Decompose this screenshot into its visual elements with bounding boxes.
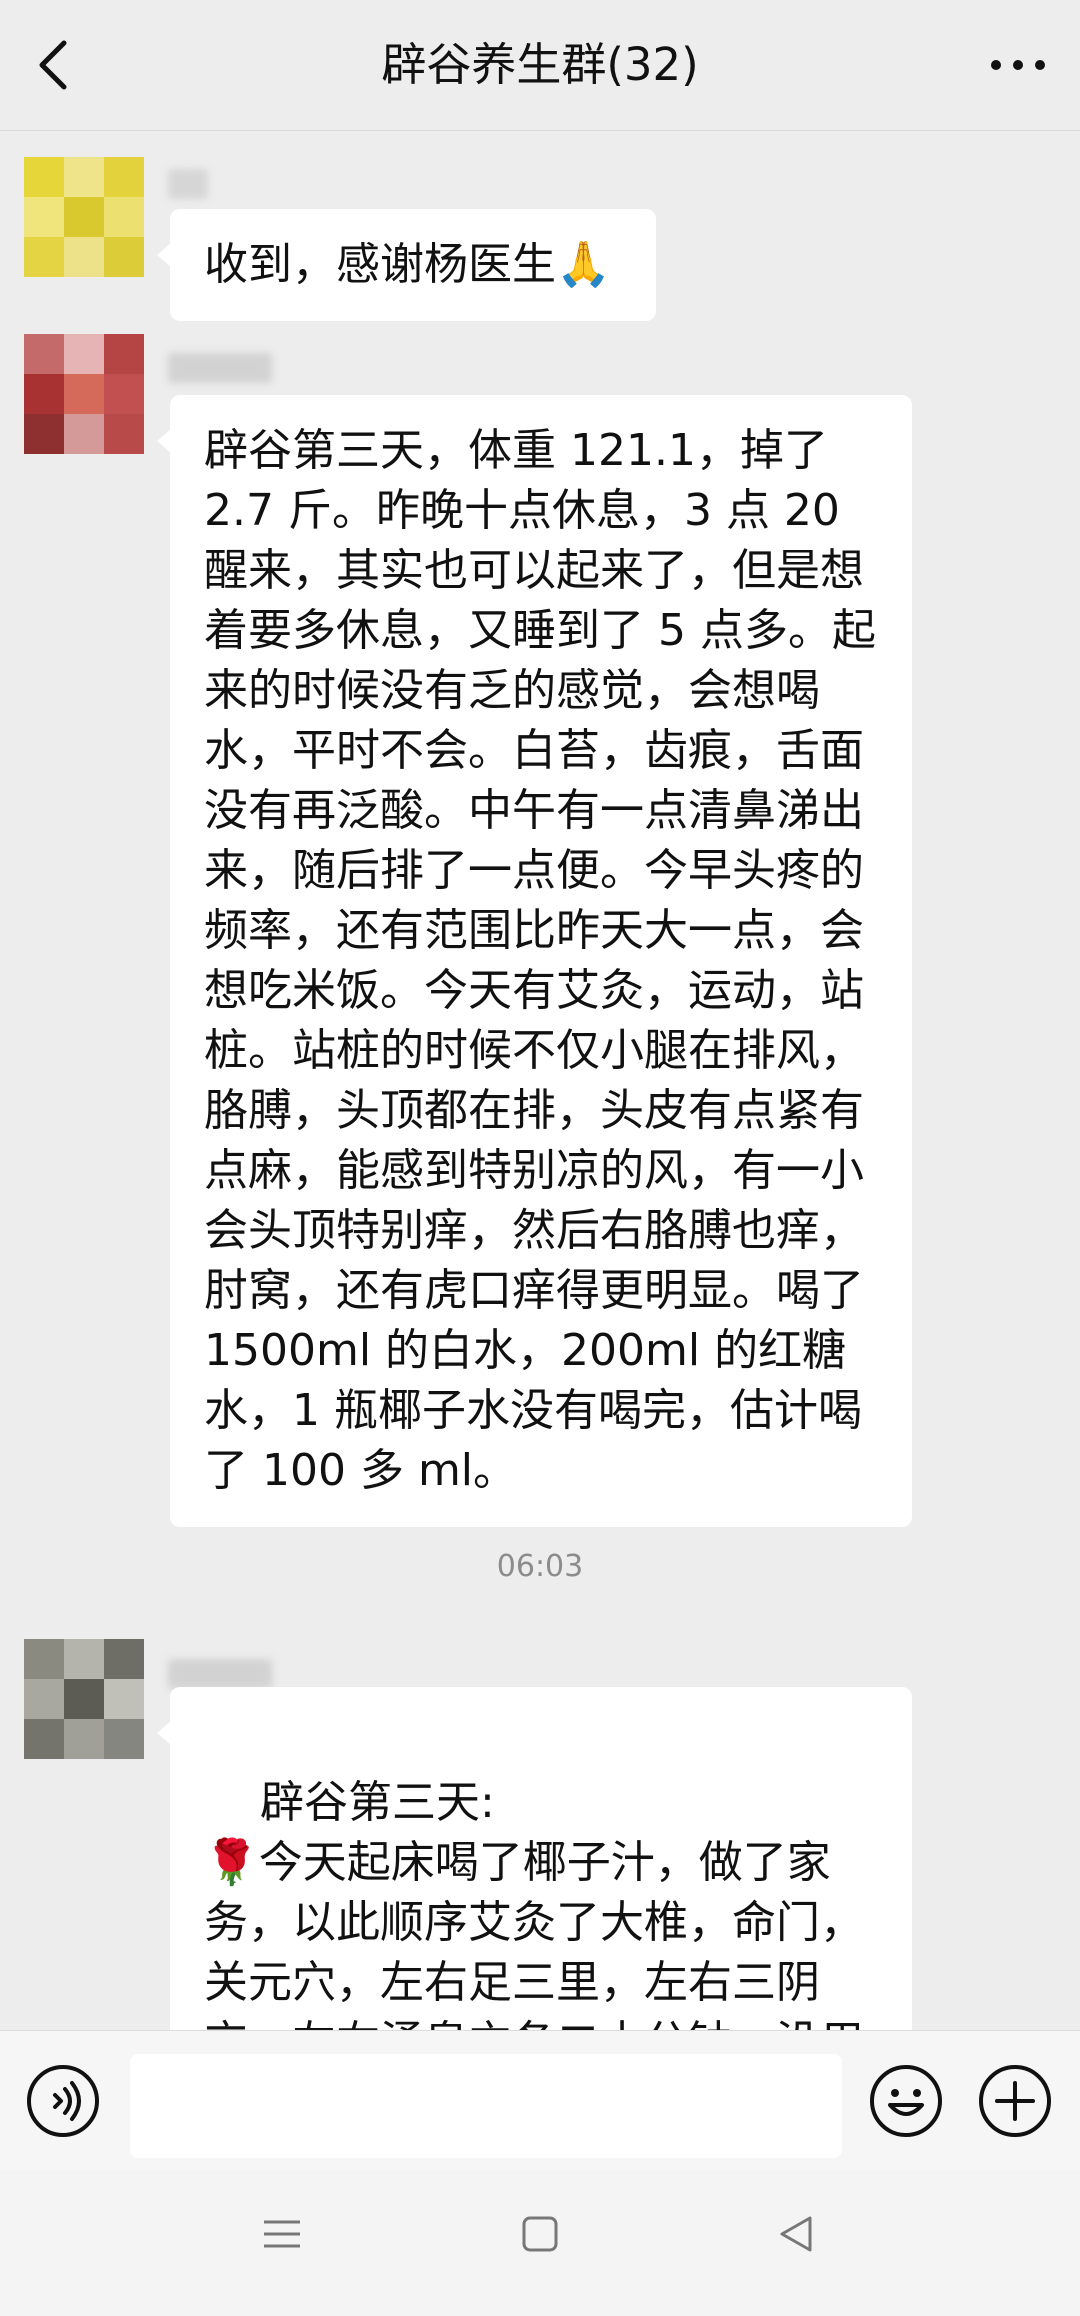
avatar[interactable] — [24, 334, 144, 454]
home-icon[interactable] — [520, 2214, 560, 2254]
message-bubble[interactable]: 辟谷第三天，体重 121.1，掉了 2.7 斤。昨晚十点休息，3 点 20 醒来… — [157, 395, 912, 1527]
emoji-icon[interactable] — [868, 2063, 944, 2139]
message-list[interactable]: 收到，感谢杨医生🙏 辟谷第三天，体重 121.1，掉了 2.7 斤。昨晚十点休息… — [0, 131, 1080, 2030]
plus-icon[interactable] — [977, 2063, 1053, 2139]
message-text: 辟谷第三天: 🌹今天起床喝了椰子汁，做了家务，以此顺序艾灸了大椎，命门，关元穴，… — [204, 1777, 864, 2030]
message-input[interactable] — [130, 2054, 842, 2158]
message-text: 辟谷第三天，体重 121.1，掉了 2.7 斤。昨晚十点休息，3 点 20 醒来… — [204, 425, 876, 1496]
message-bubble[interactable]: 辟谷第三天: 🌹今天起床喝了椰子汁，做了家务，以此顺序艾灸了大椎，命门，关元穴，… — [157, 1687, 912, 2030]
sender-name — [168, 169, 208, 199]
chat-title: 辟谷养生群(32) — [381, 38, 699, 91]
chat-header: 辟谷养生群(32) — [0, 0, 1080, 131]
menu-icon[interactable] — [262, 2214, 302, 2254]
sender-name — [168, 1659, 272, 1689]
voice-icon[interactable] — [25, 2063, 101, 2139]
sender-name — [168, 353, 272, 383]
timestamp: 06:03 — [496, 1549, 584, 1584]
message-bubble[interactable]: 收到，感谢杨医生🙏 — [157, 209, 656, 321]
input-bar — [0, 2030, 1080, 2171]
system-nav-bar — [0, 2170, 1080, 2316]
avatar[interactable] — [24, 157, 144, 277]
back-triangle-icon[interactable] — [776, 2214, 816, 2254]
message-text: 收到，感谢杨医生🙏 — [204, 239, 611, 290]
avatar[interactable] — [24, 1639, 144, 1759]
more-dots-icon[interactable] — [988, 48, 1048, 82]
